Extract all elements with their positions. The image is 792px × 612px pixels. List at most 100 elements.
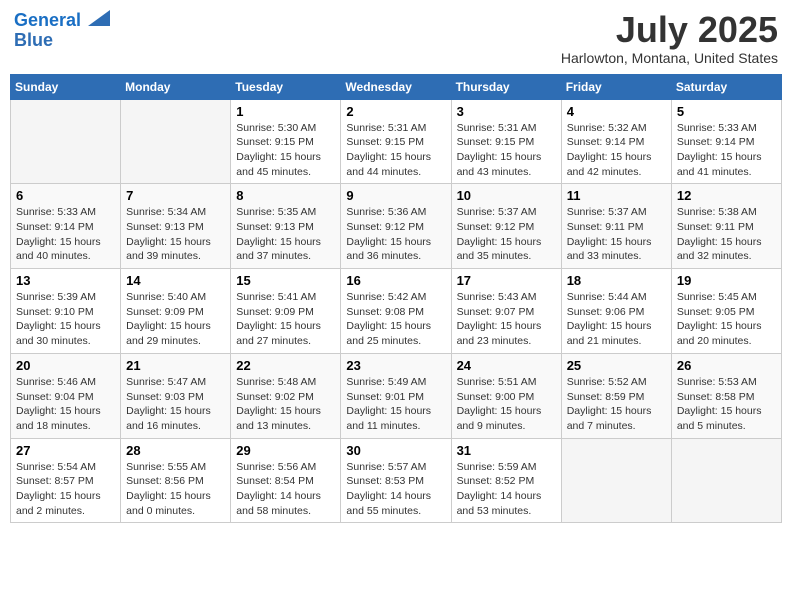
day-info: Sunrise: 5:38 AMSunset: 9:11 PMDaylight:… (677, 205, 776, 264)
day-info: Sunrise: 5:53 AMSunset: 8:58 PMDaylight:… (677, 375, 776, 434)
week-row-4: 20 Sunrise: 5:46 AMSunset: 9:04 PMDayligh… (11, 353, 782, 438)
weekday-header-saturday: Saturday (671, 74, 781, 99)
day-number: 31 (457, 443, 556, 458)
calendar-cell: 29 Sunrise: 5:56 AMSunset: 8:54 PMDayligh… (231, 438, 341, 523)
week-row-3: 13Sunrise: 5:39 AMSunset: 9:10 PMDayligh… (11, 269, 782, 354)
calendar-cell: 17 Sunrise: 5:43 AMSunset: 9:07 PMDayligh… (451, 269, 561, 354)
weekday-header-sunday: Sunday (11, 74, 121, 99)
calendar-cell: 21 Sunrise: 5:47 AMSunset: 9:03 PMDayligh… (121, 353, 231, 438)
calendar-cell (671, 438, 781, 523)
day-number: 3 (457, 104, 556, 119)
day-info: Sunrise: 5:49 AMSunset: 9:01 PMDaylight:… (346, 375, 445, 434)
calendar-cell: 9Sunrise: 5:36 AMSunset: 9:12 PMDaylight… (341, 184, 451, 269)
day-number: 4 (567, 104, 666, 119)
day-info: Sunrise: 5:57 AMSunset: 8:53 PMDaylight:… (346, 460, 445, 519)
calendar-cell: 7Sunrise: 5:34 AMSunset: 9:13 PMDaylight… (121, 184, 231, 269)
title-block: July 2025 Harlowton, Montana, United Sta… (561, 10, 778, 66)
day-number: 5 (677, 104, 776, 119)
calendar-cell: 23 Sunrise: 5:49 AMSunset: 9:01 PMDayligh… (341, 353, 451, 438)
day-number: 27 (16, 443, 115, 458)
calendar-cell: 28Sunrise: 5:55 AMSunset: 8:56 PMDayligh… (121, 438, 231, 523)
day-info: Sunrise: 5:41 AMSunset: 9:09 PMDaylight:… (236, 290, 335, 349)
day-number: 9 (346, 188, 445, 203)
day-number: 20 (16, 358, 115, 373)
weekday-header-row: SundayMondayTuesdayWednesdayThursdayFrid… (11, 74, 782, 99)
calendar-cell: 2 Sunrise: 5:31 AMSunset: 9:15 PMDaylight… (341, 99, 451, 184)
day-info: Sunrise: 5:47 AMSunset: 9:03 PMDaylight:… (126, 375, 225, 434)
weekday-header-monday: Monday (121, 74, 231, 99)
day-info: Sunrise: 5:46 AMSunset: 9:04 PMDaylight:… (16, 375, 115, 434)
day-number: 25 (567, 358, 666, 373)
calendar-cell: 20 Sunrise: 5:46 AMSunset: 9:04 PMDayligh… (11, 353, 121, 438)
page-header: General Blue July 2025 Harlowton, Montan… (10, 10, 782, 66)
day-info: Sunrise: 5:43 AMSunset: 9:07 PMDaylight:… (457, 290, 556, 349)
day-info: Sunrise: 5:45 AMSunset: 9:05 PMDaylight:… (677, 290, 776, 349)
logo: General Blue (14, 10, 110, 51)
logo-icon (88, 10, 110, 26)
day-number: 2 (346, 104, 445, 119)
day-number: 14 (126, 273, 225, 288)
calendar-cell: 13Sunrise: 5:39 AMSunset: 9:10 PMDayligh… (11, 269, 121, 354)
month-title: July 2025 (561, 10, 778, 50)
day-info: Sunrise: 5:30 AMSunset: 9:15 PMDaylight:… (236, 121, 335, 180)
day-info: Sunrise: 5:31 AMSunset: 9:15 PMDaylight:… (457, 121, 556, 180)
calendar-cell: 24 Sunrise: 5:51 AMSunset: 9:00 PMDayligh… (451, 353, 561, 438)
calendar-cell: 27 Sunrise: 5:54 AMSunset: 8:57 PMDayligh… (11, 438, 121, 523)
location-title: Harlowton, Montana, United States (561, 50, 778, 66)
day-number: 21 (126, 358, 225, 373)
calendar-table: SundayMondayTuesdayWednesdayThursdayFrid… (10, 74, 782, 524)
day-info: Sunrise: 5:51 AMSunset: 9:00 PMDaylight:… (457, 375, 556, 434)
day-number: 13 (16, 273, 115, 288)
calendar-body: 1 Sunrise: 5:30 AMSunset: 9:15 PMDaylight… (11, 99, 782, 523)
day-info: Sunrise: 5:33 AMSunset: 9:14 PMDaylight:… (16, 205, 115, 264)
day-info: Sunrise: 5:37 AMSunset: 9:11 PMDaylight:… (567, 205, 666, 264)
calendar-cell: 31Sunrise: 5:59 AMSunset: 8:52 PMDayligh… (451, 438, 561, 523)
day-info: Sunrise: 5:52 AMSunset: 8:59 PMDaylight:… (567, 375, 666, 434)
day-info: Sunrise: 5:33 AMSunset: 9:14 PMDaylight:… (677, 121, 776, 180)
day-number: 10 (457, 188, 556, 203)
day-info: Sunrise: 5:37 AMSunset: 9:12 PMDaylight:… (457, 205, 556, 264)
weekday-header-tuesday: Tuesday (231, 74, 341, 99)
calendar-cell: 22 Sunrise: 5:48 AMSunset: 9:02 PMDayligh… (231, 353, 341, 438)
calendar-cell: 30Sunrise: 5:57 AMSunset: 8:53 PMDayligh… (341, 438, 451, 523)
day-info: Sunrise: 5:35 AMSunset: 9:13 PMDaylight:… (236, 205, 335, 264)
calendar-cell: 1 Sunrise: 5:30 AMSunset: 9:15 PMDaylight… (231, 99, 341, 184)
calendar-cell: 11 Sunrise: 5:37 AMSunset: 9:11 PMDayligh… (561, 184, 671, 269)
day-number: 22 (236, 358, 335, 373)
calendar-cell: 4Sunrise: 5:32 AMSunset: 9:14 PMDaylight… (561, 99, 671, 184)
weekday-header-wednesday: Wednesday (341, 74, 451, 99)
day-info: Sunrise: 5:40 AMSunset: 9:09 PMDaylight:… (126, 290, 225, 349)
day-number: 23 (346, 358, 445, 373)
calendar-cell: 3 Sunrise: 5:31 AMSunset: 9:15 PMDaylight… (451, 99, 561, 184)
calendar-cell: 5 Sunrise: 5:33 AMSunset: 9:14 PMDaylight… (671, 99, 781, 184)
day-info: Sunrise: 5:55 AMSunset: 8:56 PMDaylight:… (126, 460, 225, 519)
weekday-header-thursday: Thursday (451, 74, 561, 99)
day-info: Sunrise: 5:34 AMSunset: 9:13 PMDaylight:… (126, 205, 225, 264)
calendar-cell: 14 Sunrise: 5:40 AMSunset: 9:09 PMDayligh… (121, 269, 231, 354)
calendar-cell: 15Sunrise: 5:41 AMSunset: 9:09 PMDayligh… (231, 269, 341, 354)
day-number: 26 (677, 358, 776, 373)
day-info: Sunrise: 5:56 AMSunset: 8:54 PMDaylight:… (236, 460, 335, 519)
day-info: Sunrise: 5:44 AMSunset: 9:06 PMDaylight:… (567, 290, 666, 349)
calendar-cell: 6Sunrise: 5:33 AMSunset: 9:14 PMDaylight… (11, 184, 121, 269)
calendar-cell: 16 Sunrise: 5:42 AMSunset: 9:08 PMDayligh… (341, 269, 451, 354)
day-number: 16 (346, 273, 445, 288)
day-number: 11 (567, 188, 666, 203)
calendar-cell: 19Sunrise: 5:45 AMSunset: 9:05 PMDayligh… (671, 269, 781, 354)
calendar-cell (121, 99, 231, 184)
day-info: Sunrise: 5:54 AMSunset: 8:57 PMDaylight:… (16, 460, 115, 519)
day-info: Sunrise: 5:48 AMSunset: 9:02 PMDaylight:… (236, 375, 335, 434)
day-info: Sunrise: 5:31 AMSunset: 9:15 PMDaylight:… (346, 121, 445, 180)
calendar-cell (561, 438, 671, 523)
day-number: 1 (236, 104, 335, 119)
day-number: 17 (457, 273, 556, 288)
calendar-cell: 26 Sunrise: 5:53 AMSunset: 8:58 PMDayligh… (671, 353, 781, 438)
logo-general: General (14, 10, 81, 30)
week-row-2: 6Sunrise: 5:33 AMSunset: 9:14 PMDaylight… (11, 184, 782, 269)
calendar-cell: 8Sunrise: 5:35 AMSunset: 9:13 PMDaylight… (231, 184, 341, 269)
day-number: 29 (236, 443, 335, 458)
day-info: Sunrise: 5:42 AMSunset: 9:08 PMDaylight:… (346, 290, 445, 349)
day-number: 12 (677, 188, 776, 203)
calendar-cell: 25 Sunrise: 5:52 AMSunset: 8:59 PMDayligh… (561, 353, 671, 438)
day-number: 24 (457, 358, 556, 373)
